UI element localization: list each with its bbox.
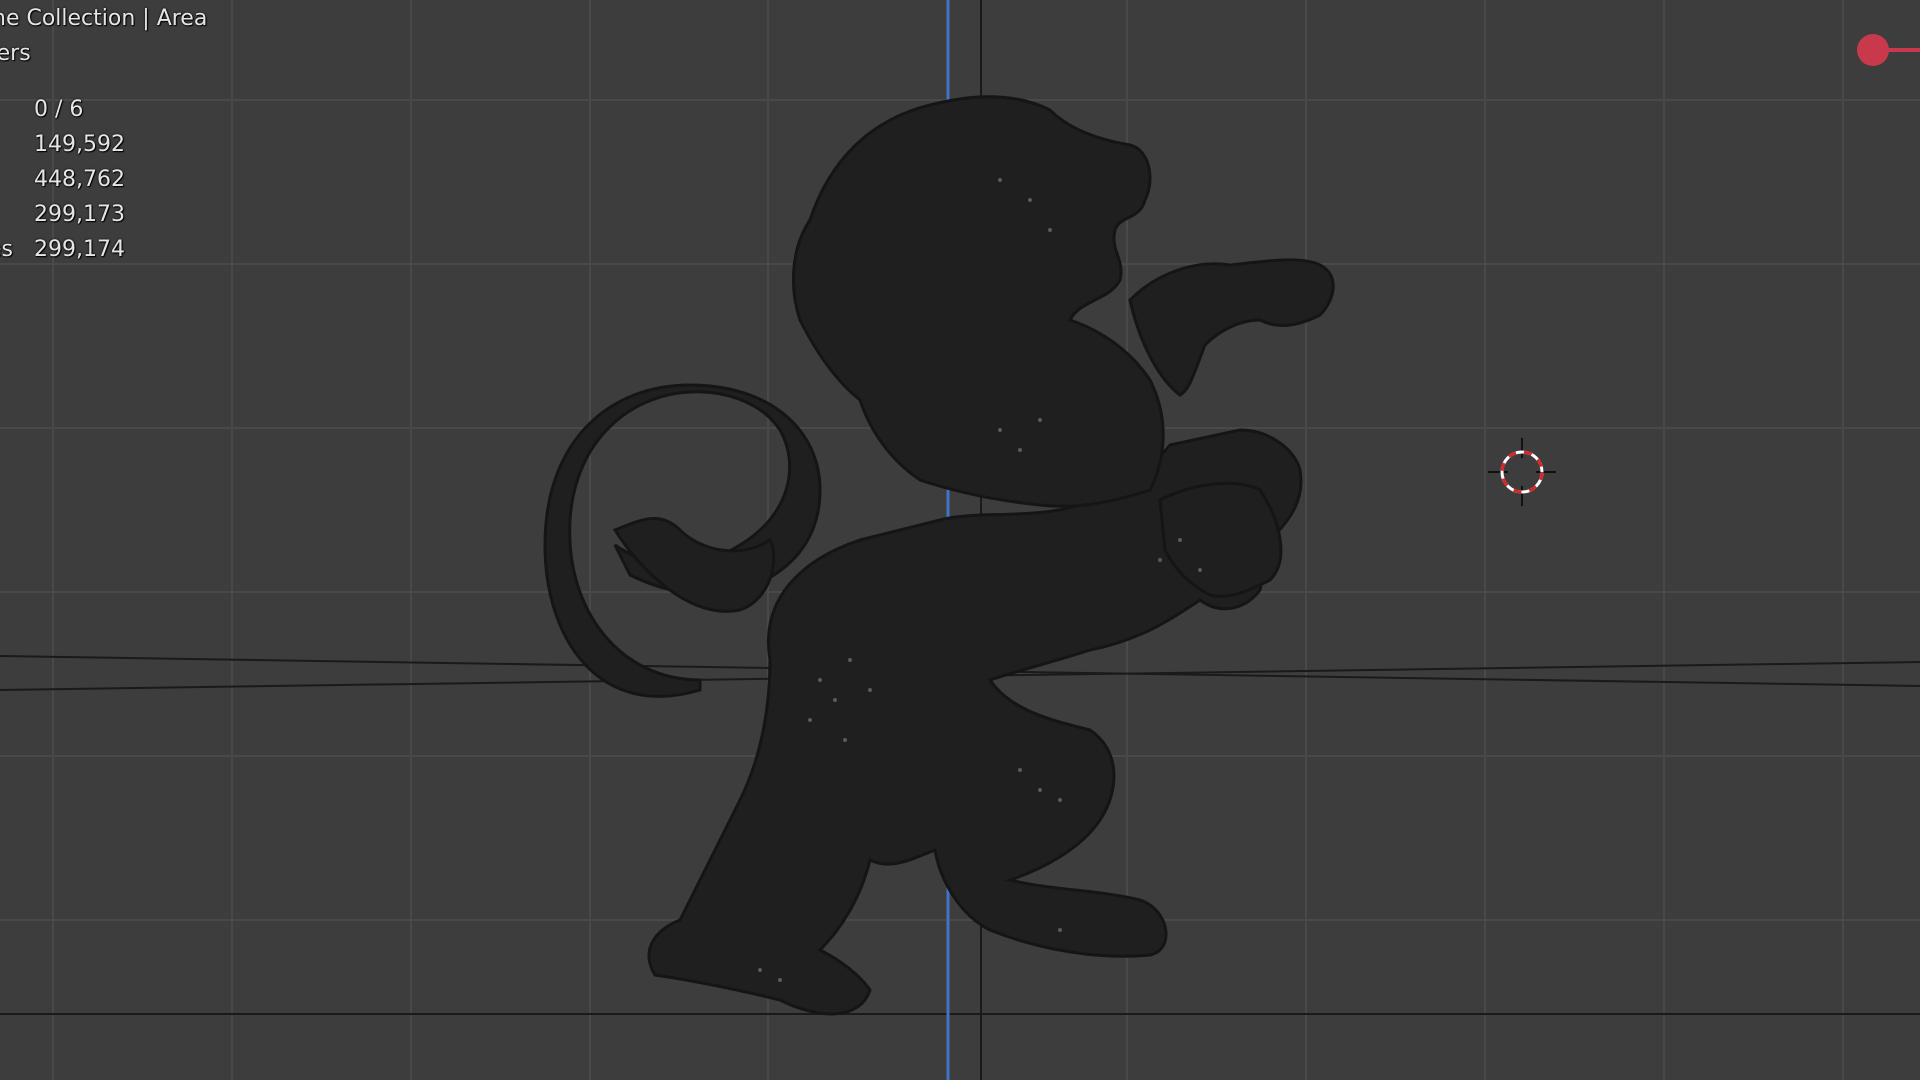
- x-axis-gizmo-icon: [1857, 34, 1920, 66]
- stat-value-objects: 0 / 6: [34, 97, 84, 122]
- stat-value-faces: 299,173: [34, 202, 125, 227]
- stat-value-triangles: 299,174: [34, 237, 125, 262]
- 3d-cursor-icon: [1488, 438, 1556, 506]
- 3d-viewport[interactable]: ne Collection | Area ters s 0 / 6 s 149,…: [0, 0, 1920, 1080]
- stat-value-vertices: 149,592: [34, 132, 125, 157]
- viewport-canvas[interactable]: [0, 0, 1920, 1080]
- stat-value-edges: 448,762: [34, 167, 125, 192]
- stat-label-vertices: s: [0, 132, 8, 157]
- viewport-header-collection: ne Collection | Area: [0, 6, 208, 31]
- stat-label-objects: s: [0, 97, 8, 122]
- lion-mesh: [543, 95, 1335, 1016]
- stat-label-triangles: es: [0, 237, 13, 262]
- viewport-header-subtitle: ters: [0, 41, 31, 66]
